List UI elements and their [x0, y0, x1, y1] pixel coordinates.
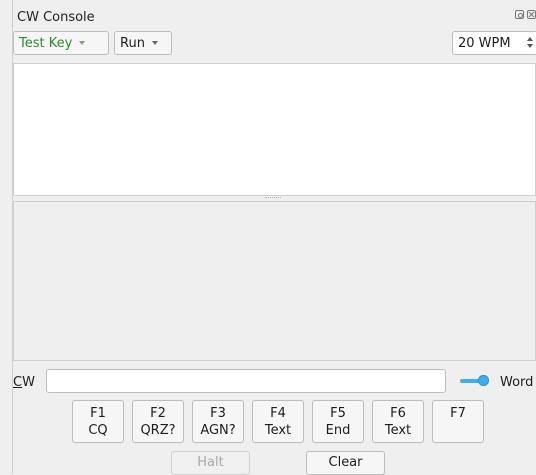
toggle-knob	[478, 375, 489, 386]
fkey-label: AGN?	[200, 423, 236, 438]
word-mode-label: Word	[500, 375, 534, 390]
fkey-number: F3	[210, 406, 226, 421]
fkey-label: Text	[264, 423, 292, 438]
fkey-label: QRZ?	[140, 423, 176, 438]
speed-spinbox[interactable]: 20 WPM	[452, 31, 536, 55]
test-key-dropdown[interactable]: Test Key	[13, 31, 109, 55]
f5-button[interactable]: F5 End	[312, 400, 364, 443]
cw-label: CW	[13, 375, 35, 390]
fkey-number: F2	[150, 406, 166, 421]
float-icon[interactable]	[515, 10, 524, 19]
cw-input[interactable]	[46, 369, 446, 393]
f1-button[interactable]: F1 CQ	[72, 400, 124, 443]
chevron-down-icon	[151, 41, 158, 45]
halt-button[interactable]: Halt	[171, 451, 250, 475]
sent-text-area[interactable]	[13, 63, 536, 196]
clear-button[interactable]: Clear	[306, 451, 385, 475]
fkey-number: F1	[90, 406, 106, 421]
cw-label-mnemonic: C	[13, 375, 23, 390]
panel-title: CW Console	[17, 10, 95, 25]
fkey-label: Text	[384, 423, 412, 438]
fkey-number: F6	[390, 406, 406, 421]
f4-button[interactable]: F4 Text	[252, 400, 304, 443]
fkey-label: End	[325, 423, 351, 438]
f6-button[interactable]: F6 Text	[372, 400, 424, 443]
speed-value: 20 WPM	[458, 35, 511, 51]
received-text-area[interactable]	[13, 201, 536, 361]
fkey-number: F4	[270, 406, 286, 421]
spin-arrows-icon[interactable]	[527, 36, 533, 50]
fkey-label: CQ	[88, 423, 108, 438]
f7-button[interactable]: F7	[432, 400, 484, 443]
close-icon[interactable]	[527, 10, 536, 19]
run-mode-label: Run	[120, 35, 145, 51]
fkey-number: F7	[450, 406, 466, 421]
splitter-handle[interactable]	[265, 197, 281, 200]
chevron-down-icon	[79, 41, 86, 45]
test-key-label: Test Key	[19, 35, 73, 51]
fkey-number: F5	[330, 406, 346, 421]
cw-label-rest: W	[22, 375, 35, 390]
word-mode-toggle[interactable]	[460, 375, 490, 387]
cw-console-panel: CW Console Test Key Run 20 WPM CW Word F…	[0, 0, 536, 475]
f3-button[interactable]: F3 AGN?	[192, 400, 244, 443]
run-mode-dropdown[interactable]: Run	[114, 31, 172, 55]
f2-button[interactable]: F2 QRZ?	[132, 400, 184, 443]
